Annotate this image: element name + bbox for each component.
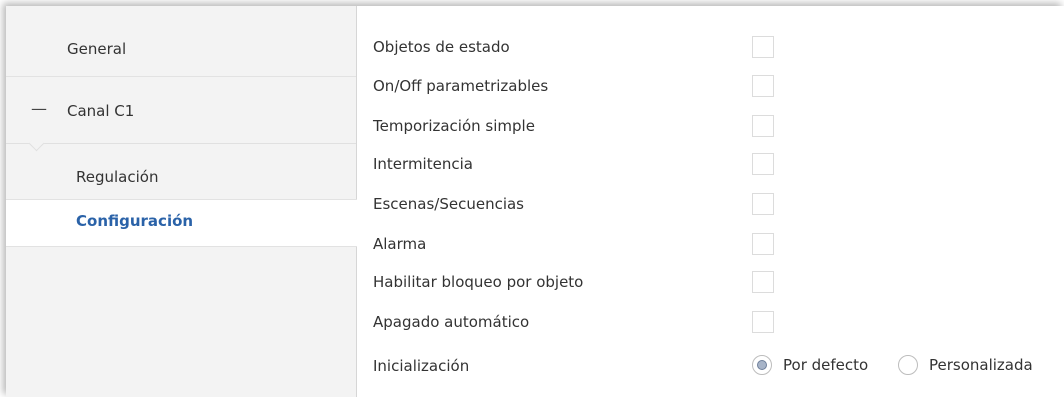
sidebar-item-canal-c1[interactable]: — Canal C1 (6, 86, 356, 138)
on-off-parametrizables-checkbox[interactable] (752, 75, 774, 97)
setting-label: Temporización simple (373, 117, 535, 135)
parameters-window: General — Canal C1 Regulación Configurac… (6, 6, 1064, 397)
setting-label: Apagado automático (373, 313, 530, 331)
sidebar-item-regulacion[interactable]: Regulación (6, 156, 356, 200)
setting-row: Temporización simple (357, 112, 1057, 142)
sidebar-item-label: Canal C1 (67, 102, 135, 120)
setting-row: Objetos de estado (357, 33, 1057, 63)
setting-row: Apagado automático (357, 308, 1057, 338)
sidebar-item-general[interactable]: General (6, 24, 356, 77)
setting-row: On/Off parametrizables (357, 72, 1057, 102)
setting-label: Escenas/Secuencias (373, 195, 524, 213)
setting-label: Objetos de estado (373, 38, 510, 56)
setting-label: Inicialización (373, 357, 470, 375)
sidebar-item-label: Regulación (76, 168, 159, 186)
sidebar-item-label: General (67, 40, 127, 58)
setting-row: Inicialización Por defecto Personalizada (357, 352, 1057, 382)
setting-label: Intermitencia (373, 155, 473, 173)
apagado-automatico-checkbox[interactable] (752, 311, 774, 333)
sidebar: General — Canal C1 Regulación Configurac… (6, 6, 357, 397)
collapse-icon[interactable]: — (31, 99, 47, 118)
setting-row: Intermitencia (357, 150, 1057, 180)
por-defecto-radio[interactable] (752, 355, 772, 375)
sidebar-item-label: Configuración (76, 212, 194, 230)
setting-label: On/Off parametrizables (373, 77, 549, 95)
alarma-checkbox[interactable] (752, 233, 774, 255)
setting-label: Habilitar bloqueo por objeto (373, 273, 584, 291)
setting-label: Alarma (373, 235, 427, 253)
setting-row: Habilitar bloqueo por objeto (357, 268, 1057, 298)
setting-row: Alarma (357, 230, 1057, 260)
habilitar-bloqueo-checkbox[interactable] (752, 271, 774, 293)
radio-label: Personalizada (929, 356, 1033, 374)
temporizacion-simple-checkbox[interactable] (752, 115, 774, 137)
radio-label: Por defecto (783, 356, 869, 374)
divider (6, 143, 356, 144)
intermitencia-checkbox[interactable] (752, 153, 774, 175)
personalizada-radio[interactable] (898, 355, 918, 375)
settings-panel: Objetos de estado On/Off parametrizables… (357, 6, 1064, 397)
sidebar-item-configuracion[interactable]: Configuración (6, 199, 357, 247)
expand-pointer-icon (28, 135, 45, 152)
setting-row: Escenas/Secuencias (357, 190, 1057, 220)
objetos-de-estado-checkbox[interactable] (752, 36, 774, 58)
escenas-secuencias-checkbox[interactable] (752, 193, 774, 215)
